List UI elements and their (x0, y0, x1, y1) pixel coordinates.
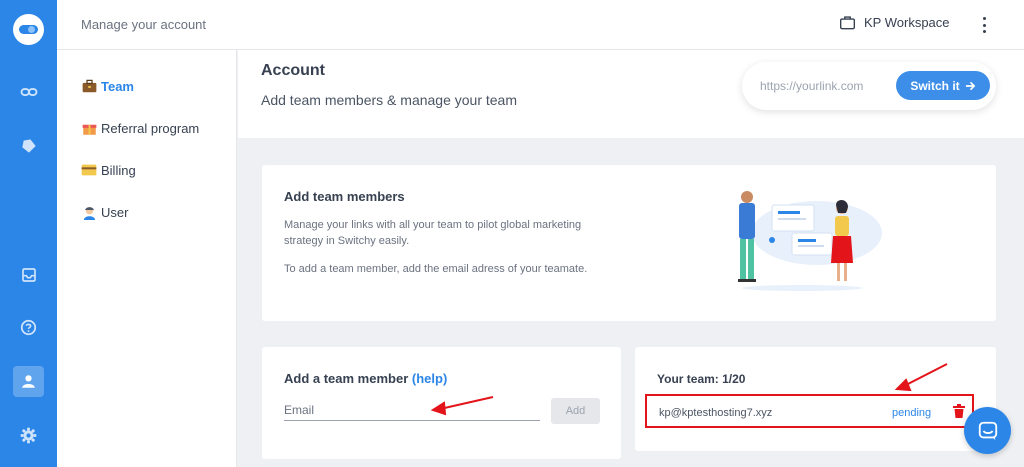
switch-link-widget: Switch it (742, 62, 996, 110)
chat-icon (978, 421, 997, 440)
top-bar: Manage your account KP Workspace (57, 0, 1024, 50)
sidebar-item-team[interactable]: Team (81, 78, 134, 94)
briefcase-emoji-icon (81, 78, 97, 94)
tag-icon[interactable] (16, 133, 41, 158)
workspace-label: KP Workspace (864, 15, 950, 30)
chat-support-button[interactable] (964, 407, 1011, 454)
add-team-heading: Add team members (284, 189, 405, 204)
account-header: Account Add team members & manage your t… (238, 50, 1024, 138)
sidebar-item-label: User (101, 204, 129, 220)
logo-icon[interactable] (13, 14, 44, 45)
credit-card-emoji-icon (81, 162, 97, 178)
link-icon[interactable] (16, 79, 41, 104)
help-icon[interactable] (16, 315, 41, 340)
account-title: Account (261, 62, 325, 79)
account-subtitle: Add team members & manage your team (261, 92, 518, 108)
settings-sidebar: Team Referral program Billing User (57, 50, 237, 467)
add-member-heading: Add a team member (help) (284, 371, 447, 386)
member-email: kp@kptesthosting7.xyz (659, 407, 773, 419)
sidebar-item-label: Referral program (101, 120, 200, 136)
add-member-card: Add a team member (help) Add (262, 347, 621, 459)
team-count-heading: Your team: 1/20 (657, 372, 746, 386)
gift-emoji-icon (81, 120, 97, 136)
sidebar-item-label: Billing (101, 162, 136, 178)
app-rail (0, 0, 57, 467)
settings-icon[interactable] (16, 423, 41, 448)
your-team-card: Your team: 1/20 kp@kptesthosting7.xyz pe… (635, 347, 996, 451)
arrow-right-icon (965, 81, 976, 90)
page-title: Manage your account (81, 17, 207, 32)
add-member-title: Add a team member (284, 371, 409, 386)
person-emoji-icon (81, 204, 97, 220)
user-icon[interactable] (13, 366, 44, 397)
switch-it-button[interactable]: Switch it (896, 71, 990, 100)
briefcase-icon (840, 16, 855, 30)
inbox-icon[interactable] (16, 262, 41, 287)
trash-icon[interactable] (953, 404, 965, 418)
switch-it-label: Switch it (910, 78, 960, 93)
help-link[interactable]: (help) (412, 371, 447, 386)
sidebar-item-label: Team (101, 78, 134, 94)
switch-link-input[interactable] (760, 79, 890, 93)
sidebar-item-user[interactable]: User (81, 204, 128, 220)
add-team-members-card: Add team members Manage your links with … (262, 165, 996, 321)
sidebar-item-billing[interactable]: Billing (81, 162, 136, 178)
more-options-icon[interactable] (979, 17, 989, 33)
add-button[interactable]: Add (551, 398, 600, 424)
add-team-description: Manage your links with all your team to … (284, 219, 582, 247)
workspace-selector[interactable]: KP Workspace (839, 15, 950, 30)
sidebar-item-referral[interactable]: Referral program (81, 120, 199, 136)
team-illustration (738, 191, 882, 291)
member-status: pending (892, 407, 932, 419)
team-member-row: kp@kptesthosting7.xyz pending (645, 394, 974, 428)
add-team-instruction: To add a team member, add the email adre… (284, 263, 588, 275)
email-field[interactable] (284, 399, 540, 421)
